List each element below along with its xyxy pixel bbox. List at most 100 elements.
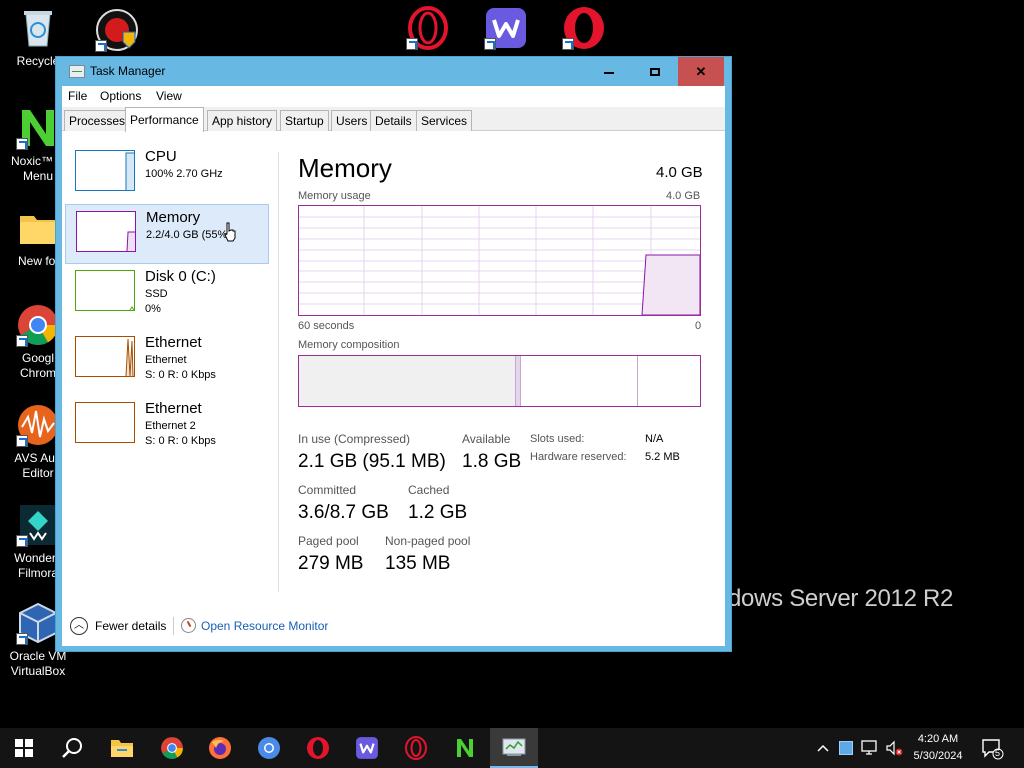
non-paged-pool-label: Non-paged pool — [385, 534, 471, 548]
maximize-icon — [650, 67, 660, 76]
volume-muted-icon[interactable] — [885, 739, 903, 760]
menu-bar: File Options View — [62, 86, 725, 107]
shortcut-arrow-icon — [406, 38, 418, 50]
taskbar-file-explorer[interactable] — [98, 728, 146, 768]
composition-standby-divider — [637, 356, 638, 406]
paged-pool-value: 279 MB — [298, 553, 364, 574]
sidebar-item-detail: SSD — [145, 288, 168, 300]
sidebar-item-detail: S: 0 R: 0 Kbps — [145, 435, 216, 447]
tab-app-history[interactable]: App history — [207, 110, 278, 131]
memory-total: 4.0 GB — [656, 164, 703, 181]
shortcut-arrow-icon — [16, 535, 28, 547]
desktop-icon-wps[interactable] — [468, 6, 544, 54]
opera-icon — [562, 6, 606, 50]
tab-details[interactable]: Details — [370, 110, 417, 131]
page-title: Memory — [298, 153, 392, 183]
tab-processes[interactable]: Processes — [64, 110, 131, 131]
shortcut-arrow-icon — [16, 435, 28, 447]
noxic-icon — [16, 106, 60, 150]
open-resource-monitor-link[interactable]: Open Resource Monitor — [201, 619, 328, 633]
taskbar-chrome[interactable] — [148, 728, 196, 768]
task-manager-icon — [502, 738, 526, 756]
hardware-reserved-value: 5.2 MB — [645, 451, 680, 463]
desktop-icon-recorder[interactable] — [79, 8, 155, 56]
ethernet-thumbnail-graph — [75, 336, 135, 377]
pane-divider[interactable] — [278, 152, 279, 592]
sidebar-item-detail: 2.2/4.0 GB (55%) — [146, 229, 228, 241]
sidebar-item-cpu[interactable]: CPU 100% 2.70 GHz — [65, 144, 269, 204]
cached-value: 1.2 GB — [408, 502, 468, 523]
clock-time: 4:20 AM — [917, 733, 959, 745]
network-icon[interactable] — [861, 739, 879, 760]
sidebar-item-memory[interactable]: Memory 2.2/4.0 GB (55%) — [65, 204, 269, 264]
action-center-button[interactable]: 5 — [980, 736, 1004, 760]
taskbar-firefox[interactable] — [196, 728, 244, 768]
tab-strip: Processes Performance App history Startu… — [62, 107, 725, 132]
disk-thumbnail-graph — [75, 270, 135, 311]
desktop-icon-opera[interactable] — [546, 6, 622, 54]
sidebar-item-detail: 0% — [145, 303, 161, 315]
memory-composition-bar — [298, 355, 701, 407]
start-button[interactable] — [0, 728, 48, 768]
search-button[interactable] — [48, 728, 96, 768]
tray-app-icon[interactable] — [839, 741, 853, 755]
shortcut-arrow-icon — [95, 40, 107, 52]
search-icon — [62, 738, 82, 758]
notification-icon — [982, 739, 1004, 760]
sidebar-item-ethernet[interactable]: Ethernet Ethernet S: 0 R: 0 Kbps — [65, 330, 269, 390]
memory-usage-chart — [299, 206, 701, 316]
taskbar-wps[interactable] — [343, 728, 391, 768]
paged-pool-label: Paged pool — [298, 534, 359, 548]
tab-performance[interactable]: Performance — [125, 107, 204, 132]
filmora-icon — [16, 503, 60, 547]
close-button[interactable]: ✕ — [678, 57, 724, 86]
taskbar-opera[interactable] — [294, 728, 342, 768]
taskbar-opera-gx[interactable] — [392, 728, 440, 768]
available-value: 1.8 GB — [462, 451, 522, 472]
noxic-icon — [457, 739, 473, 757]
minimize-icon — [604, 71, 614, 74]
tab-startup[interactable]: Startup — [280, 110, 329, 131]
desktop-icon-label: Oracle VM VirtualBox — [9, 649, 67, 678]
desktop-icon-opera-gx[interactable] — [390, 6, 466, 54]
sidebar-item-disk[interactable]: Disk 0 (C:) SSD 0% — [65, 264, 269, 324]
notification-count: 5 — [995, 748, 1001, 758]
close-icon: ✕ — [695, 63, 707, 79]
tab-services[interactable]: Services — [416, 110, 473, 131]
menu-file[interactable]: File — [68, 89, 87, 103]
committed-label: Committed — [298, 483, 357, 497]
taskbar-clock[interactable]: 4:20 AM 5/30/2024 — [908, 731, 968, 765]
chevron-up-icon[interactable]: ︿ — [70, 617, 88, 635]
hand-cursor-icon — [224, 222, 236, 242]
taskbar-task-manager[interactable] — [490, 728, 538, 768]
sidebar-item-detail: Ethernet 2 — [145, 420, 196, 432]
minimize-button[interactable] — [586, 57, 632, 86]
virtualbox-icon — [16, 601, 60, 645]
cpu-thumbnail-graph — [75, 150, 135, 191]
hardware-reserved-label: Hardware reserved: — [530, 451, 627, 463]
sidebar-item-detail: S: 0 R: 0 Kbps — [145, 369, 216, 381]
taskbar-chromium[interactable] — [245, 728, 293, 768]
folder-icon — [16, 206, 60, 250]
title-bar[interactable]: Task Manager ✕ — [56, 57, 731, 86]
sidebar-item-detail: 100% 2.70 GHz — [145, 168, 223, 180]
fewer-details-link[interactable]: Fewer details — [95, 619, 166, 633]
taskbar-noxic[interactable] — [441, 728, 489, 768]
sidebar-item-ethernet-2[interactable]: Ethernet Ethernet 2 S: 0 R: 0 Kbps — [65, 396, 269, 456]
composition-in-use — [299, 356, 516, 406]
in-use-label: In use (Compressed) — [298, 432, 411, 446]
menu-view[interactable]: View — [156, 89, 182, 103]
resource-sidebar: CPU 100% 2.70 GHz Memory 2.2/4.0 GB (55%… — [62, 132, 274, 592]
shortcut-arrow-icon — [16, 633, 28, 645]
menu-options[interactable]: Options — [100, 89, 141, 103]
taskbar: 4:20 AM 5/30/2024 5 — [0, 728, 1024, 768]
memory-usage-label: Memory usage — [298, 190, 371, 202]
committed-value: 3.6/8.7 GB — [298, 502, 389, 523]
show-hidden-icons-button[interactable] — [815, 728, 831, 768]
tab-users[interactable]: Users — [331, 110, 373, 131]
task-manager-window: Task Manager ✕ File Options View Process… — [55, 56, 732, 652]
sidebar-item-name: Ethernet — [145, 334, 202, 351]
firefox-icon — [209, 737, 231, 759]
maximize-button[interactable] — [632, 57, 678, 86]
recycle-bin-icon — [16, 6, 60, 50]
